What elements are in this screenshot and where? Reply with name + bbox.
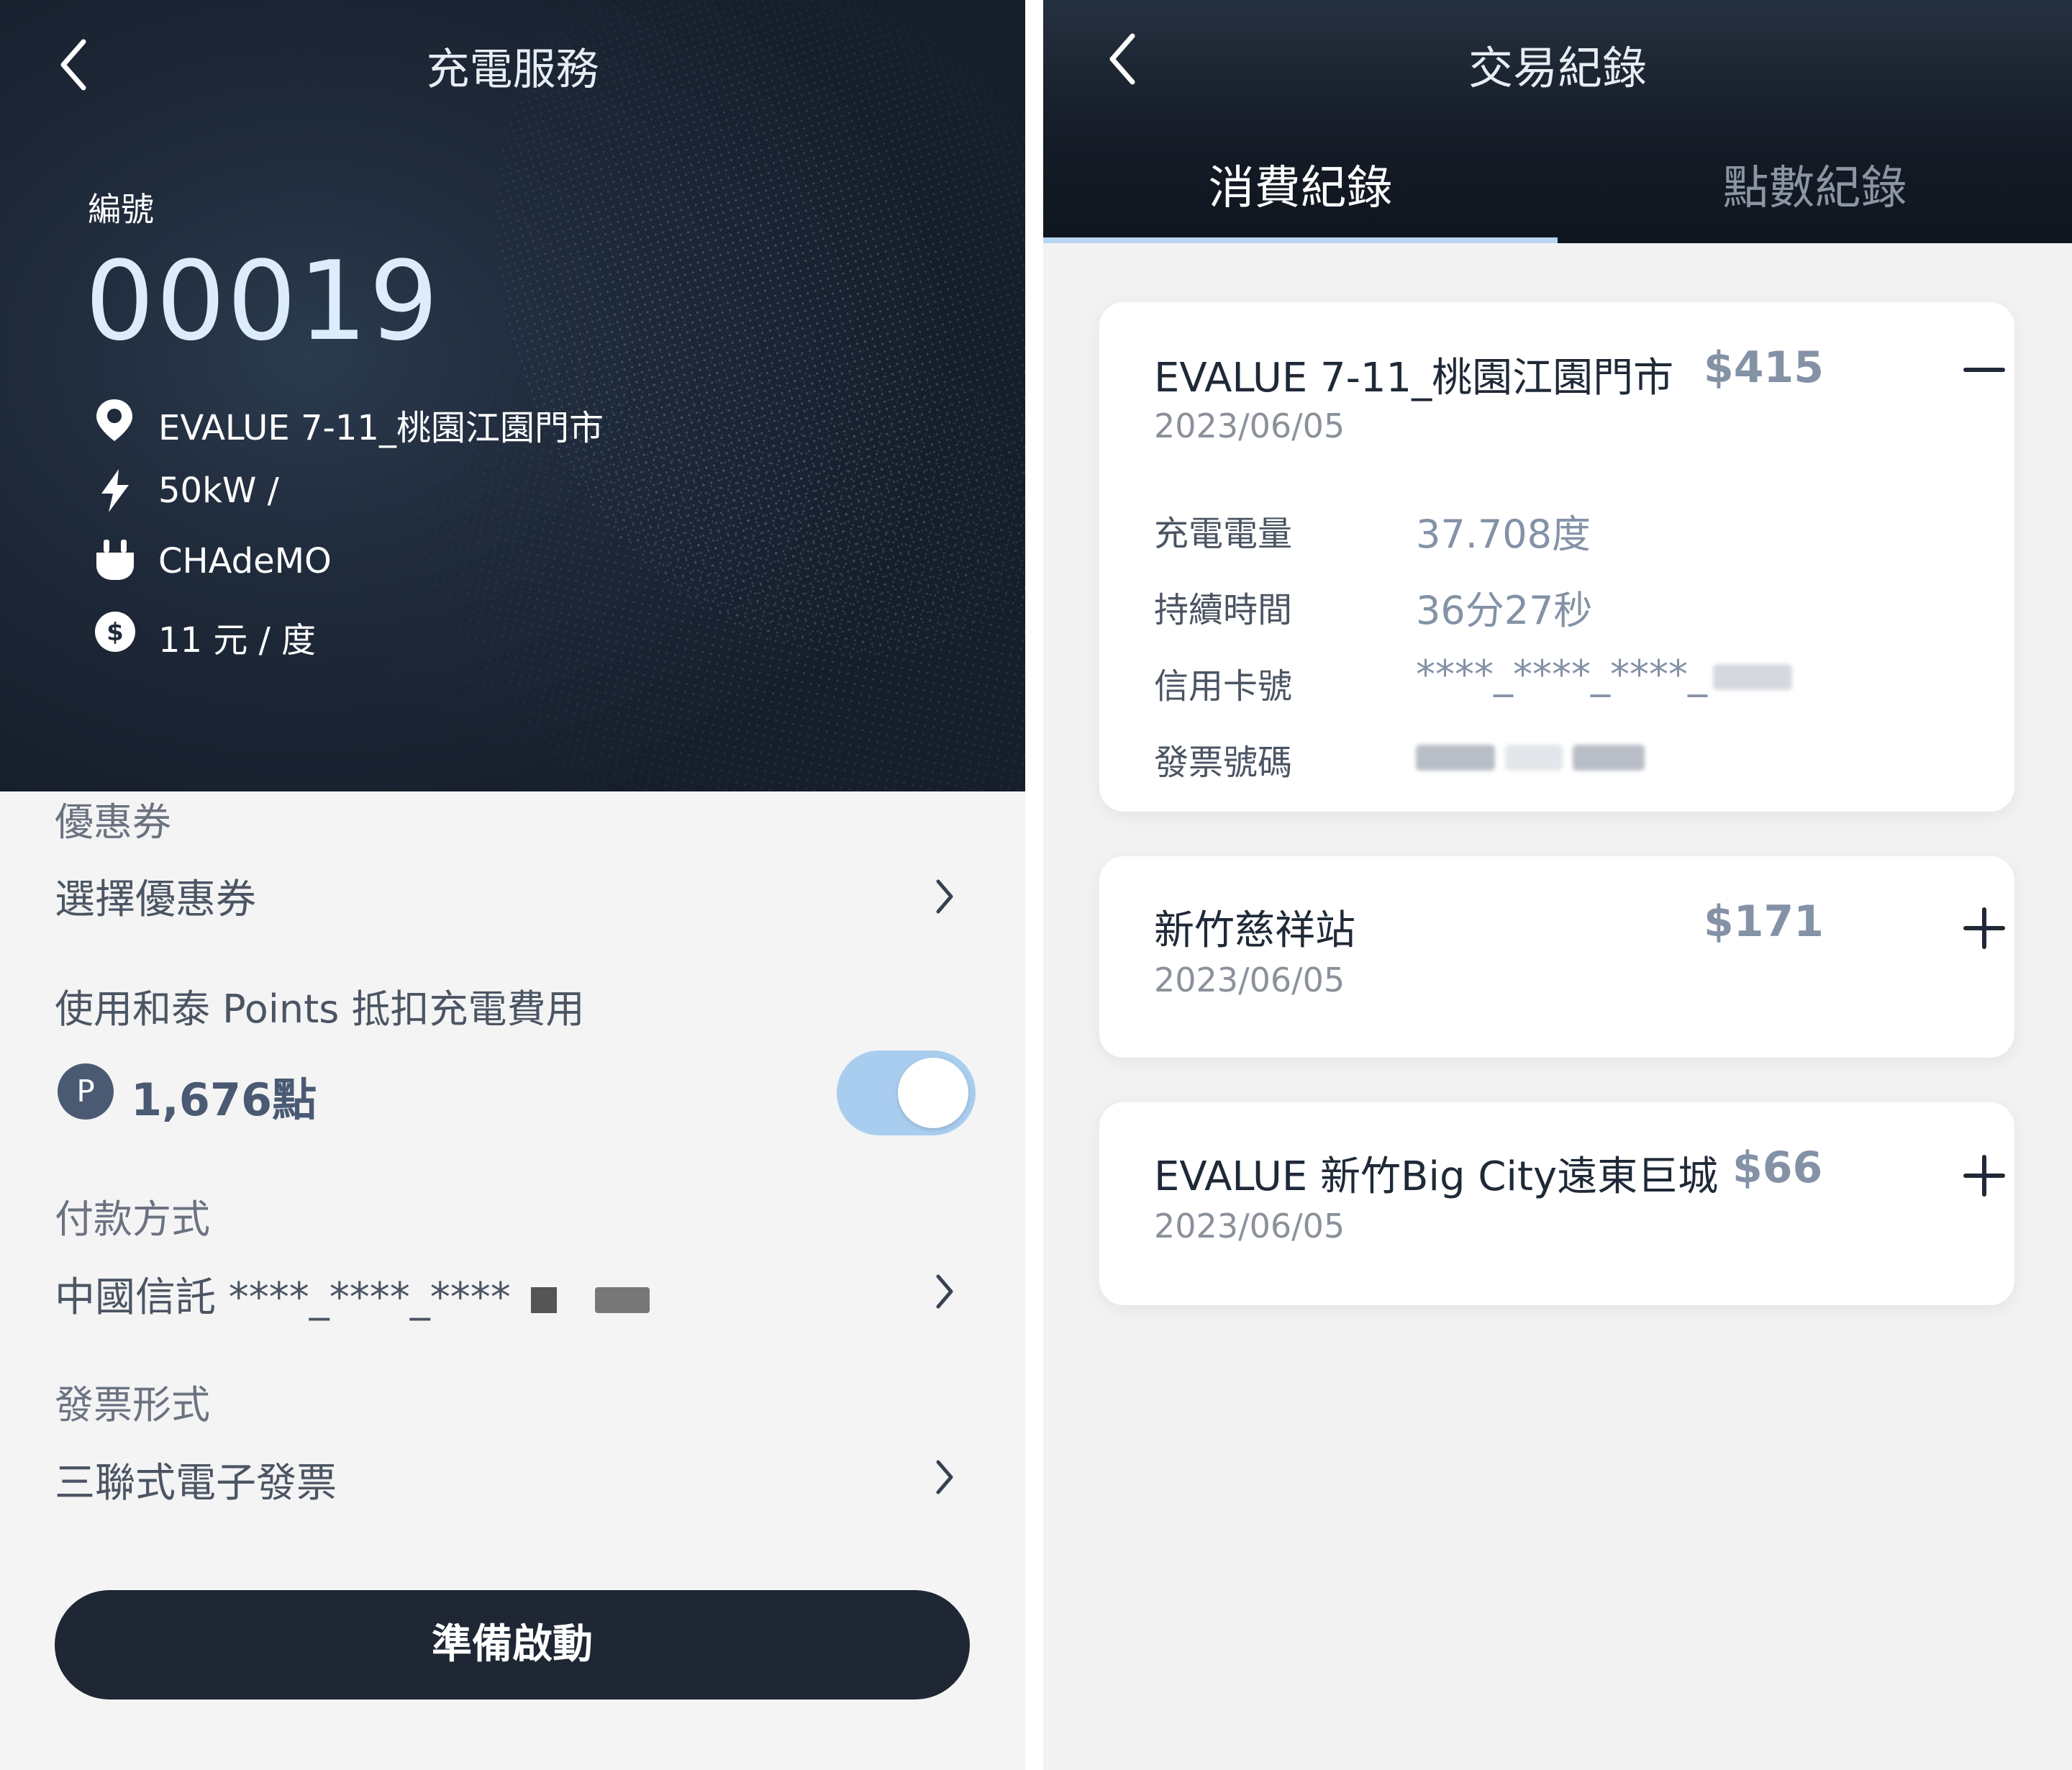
minus-icon[interactable] xyxy=(1963,363,2006,377)
toggle-knob xyxy=(898,1058,968,1128)
transaction-history-screen: 交易紀錄 消費紀錄 點數紀錄 EVALUE 7-11_桃園江園門市 $415 2… xyxy=(1043,0,2072,1770)
payment-method-value: 中國信託 ****_****_**** xyxy=(55,1274,511,1321)
tab-points-label: 點數紀錄 xyxy=(1722,162,1907,215)
transaction-station-name: EVALUE 7-11_桃園江園門市 xyxy=(1154,355,1674,401)
lightning-icon xyxy=(101,469,129,512)
chevron-right-icon xyxy=(936,1274,953,1309)
detail-label: 信用卡號 xyxy=(1154,666,1293,707)
svg-text:$: $ xyxy=(106,618,124,647)
tab-consumption-label: 消費紀錄 xyxy=(1208,162,1393,215)
invoice-select-row[interactable]: 三聯式電子發票 xyxy=(0,1439,1025,1518)
transaction-station-name: 新竹慈祥站 xyxy=(1154,907,1355,954)
transaction-date: 2023/06/05 xyxy=(1154,1207,1345,1245)
coupon-label: 優惠券 xyxy=(55,799,171,845)
active-tab-underline xyxy=(1043,237,1558,243)
credit-card-masked: ****_****_****_ xyxy=(1416,652,1707,697)
transaction-card[interactable]: EVALUE 新竹Big City遠東巨城 $66 2023/06/05 xyxy=(1099,1102,2014,1305)
redacted-block xyxy=(1505,745,1563,771)
plus-icon[interactable] xyxy=(1963,907,2006,950)
redacted-block xyxy=(1416,745,1495,771)
coupon-select-row[interactable]: 選擇優惠券 xyxy=(0,860,1025,932)
credit-card-number: ****_****_****_ xyxy=(1416,652,1792,697)
plus-icon[interactable] xyxy=(1963,1154,2006,1197)
redacted-block xyxy=(595,1286,650,1313)
invoice-label: 發票形式 xyxy=(55,1382,210,1428)
detail-label: 發票號碼 xyxy=(1154,743,1293,783)
tab-points[interactable]: 點數紀錄 xyxy=(1558,144,2072,243)
invoice-number xyxy=(1416,732,1645,778)
transaction-station-name: EVALUE 新竹Big City遠東巨城 xyxy=(1154,1153,1719,1200)
transaction-date: 2023/06/05 xyxy=(1154,407,1345,445)
points-label: 使用和泰 Points 抵扣充電費用 xyxy=(55,986,585,1032)
location-pin-icon xyxy=(96,399,132,441)
screen-divider xyxy=(1025,0,1043,1770)
page-title: 充電服務 xyxy=(426,45,599,95)
charger-info-hero: 充電服務 編號 00019 EVALUE 7-11_桃園江園門市 50kW / … xyxy=(0,0,1025,791)
tab-consumption[interactable]: 消費紀錄 xyxy=(1043,144,1558,243)
detail-value: 36分27秒 xyxy=(1416,588,1593,633)
transaction-amount: $415 xyxy=(1704,342,1824,393)
points-badge-icon: P xyxy=(58,1063,114,1120)
charging-service-screen: 充電服務 編號 00019 EVALUE 7-11_桃園江園門市 50kW / … xyxy=(0,0,1025,1770)
chevron-right-icon xyxy=(936,879,953,914)
transaction-card[interactable]: 新竹慈祥站 $171 2023/06/05 xyxy=(1099,856,2014,1058)
coupon-select-text: 選擇優惠券 xyxy=(55,876,256,923)
redacted-block xyxy=(1573,745,1645,771)
detail-label: 持續時間 xyxy=(1154,590,1293,630)
payment-select-row[interactable]: 中國信託 ****_****_**** xyxy=(0,1252,1025,1331)
payment-card-text: 中國信託 ****_****_**** xyxy=(55,1265,650,1323)
transaction-amount: $66 xyxy=(1732,1143,1823,1193)
power-rating: 50kW / xyxy=(158,471,279,511)
redacted-block xyxy=(1713,664,1792,691)
transaction-header: 交易紀錄 消費紀錄 點數紀錄 xyxy=(1043,0,2072,243)
points-toggle[interactable] xyxy=(837,1050,976,1135)
transaction-date: 2023/06/05 xyxy=(1154,961,1345,999)
transaction-amount: $171 xyxy=(1704,897,1824,947)
start-charging-button[interactable]: 準備啟動 xyxy=(55,1590,970,1699)
detail-value: 37.708度 xyxy=(1416,512,1591,557)
price-per-kwh: 11 元 / 度 xyxy=(158,620,317,661)
transaction-card[interactable]: EVALUE 7-11_桃園江園門市 $415 2023/06/05 充電電量 … xyxy=(1099,302,2014,812)
station-name: EVALUE 7-11_桃園江園門市 xyxy=(158,408,604,448)
id-label: 編號 xyxy=(88,190,154,229)
page-title: 交易紀錄 xyxy=(1468,42,1647,94)
redacted-block xyxy=(530,1286,557,1313)
detail-label: 充電電量 xyxy=(1154,514,1293,554)
dollar-icon: $ xyxy=(95,612,135,652)
connector-type: CHAdeMO xyxy=(158,541,332,581)
points-balance: 1,676點 xyxy=(131,1074,317,1126)
chevron-right-icon xyxy=(936,1460,953,1494)
invoice-type-value: 三聯式電子發票 xyxy=(55,1460,337,1507)
payment-label: 付款方式 xyxy=(55,1197,210,1242)
charger-id: 00019 xyxy=(85,237,440,365)
plug-icon xyxy=(96,540,134,580)
